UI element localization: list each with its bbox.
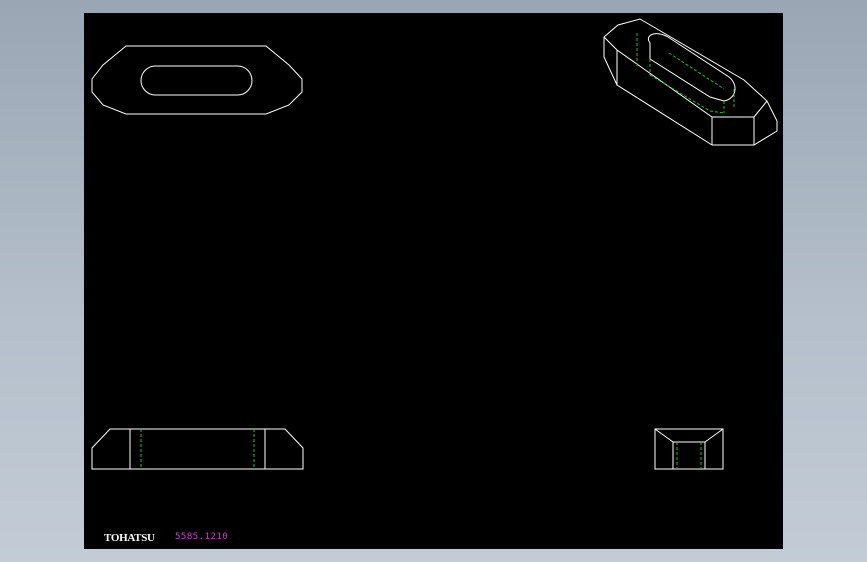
isometric-view <box>603 18 778 146</box>
front-view-outline <box>91 428 304 470</box>
iso-outline-top <box>603 18 778 122</box>
brand-logo: TOHATSU <box>104 532 155 544</box>
top-view <box>91 45 303 115</box>
part-number: 5585.1210 <box>175 532 229 542</box>
side-view <box>654 428 724 470</box>
iso-hidden-6 <box>668 52 725 90</box>
top-view-outline <box>91 45 303 115</box>
front-view <box>91 428 304 470</box>
side-view-chamfer-left <box>654 428 674 443</box>
cad-drawing-viewport[interactable]: TOHATSU 5585.1210 <box>84 13 783 549</box>
side-view-chamfer-right <box>704 428 724 443</box>
cad-drawing-canvas <box>91 18 778 470</box>
side-view-outline <box>654 428 724 470</box>
top-view-slot <box>140 65 253 96</box>
iso-outline-bottom <box>712 121 778 146</box>
iso-outline-left <box>603 37 713 146</box>
